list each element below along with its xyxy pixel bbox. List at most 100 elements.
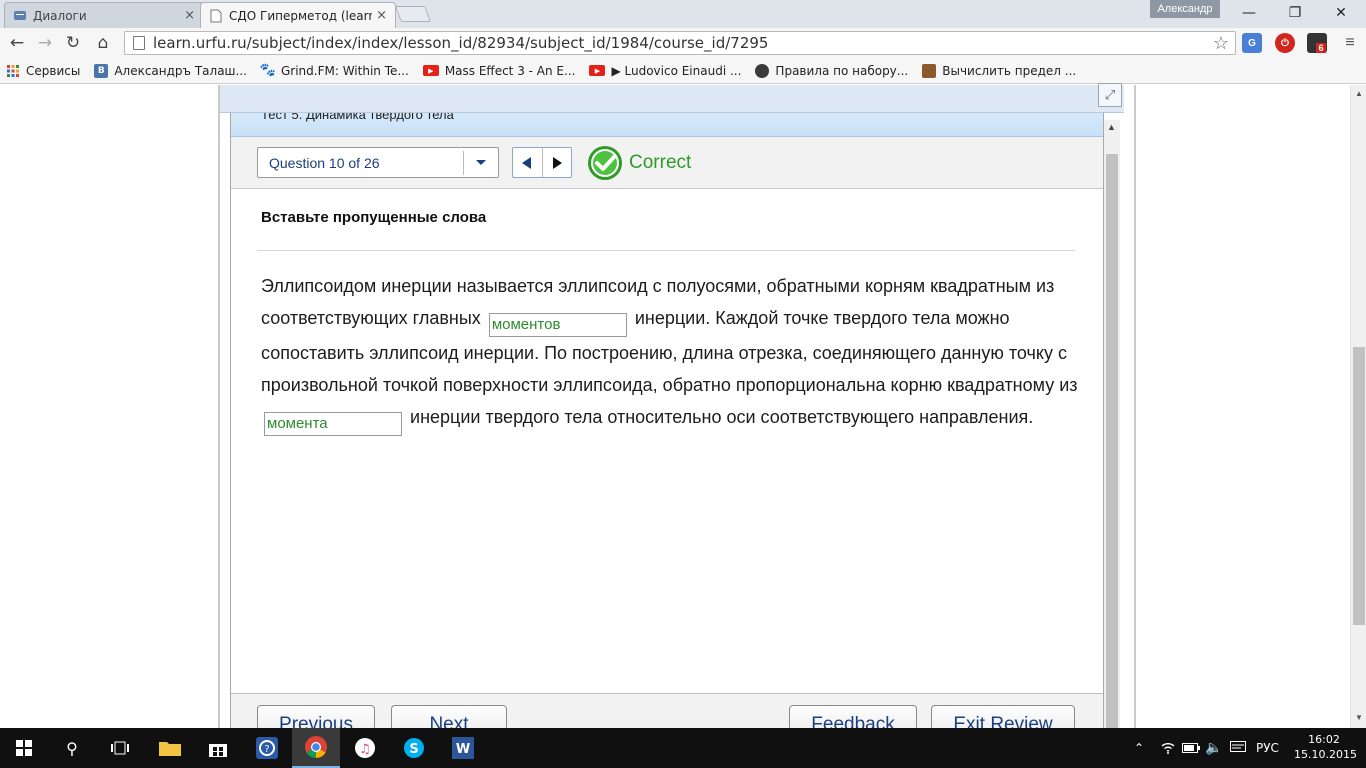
divider	[257, 250, 1075, 251]
itunes-icon[interactable]: ♫	[341, 728, 389, 768]
arrow-left-icon	[522, 156, 532, 169]
search-icon[interactable]: ⚲	[48, 728, 96, 768]
system-clock[interactable]: 16:02 15.10.2015	[1294, 732, 1357, 762]
blank-input-1[interactable]: моментов	[488, 313, 627, 337]
close-window-button[interactable]: ✕	[1318, 0, 1364, 26]
frame-border	[218, 85, 220, 728]
bookmark-vk[interactable]: B Александръ Талаш...	[94, 63, 247, 78]
file-explorer-icon[interactable]	[146, 728, 194, 768]
bookmark-grindfm[interactable]: 🐾 Grind.FM: Within Te...	[259, 63, 409, 78]
quiz-scrollbar[interactable]: ▲	[1104, 120, 1120, 728]
minimize-button[interactable]: —	[1226, 0, 1272, 26]
address-bar[interactable]: learn.urfu.ru/subject/index/index/lesson…	[124, 31, 1236, 55]
bookmark-einaudi[interactable]: ▶ ▶ Ludovico Einaudi ...	[589, 64, 741, 78]
forward-button[interactable]: →	[34, 32, 56, 54]
chrome-icon[interactable]	[292, 728, 340, 768]
question-select-label: Question 10 of 26	[269, 154, 380, 171]
bookmark-label: Grind.FM: Within Te...	[280, 63, 409, 78]
bookmark-label: Сервисы	[26, 63, 81, 78]
viewer-header	[220, 85, 1124, 113]
language-indicator[interactable]: РУС	[1256, 728, 1279, 768]
quiz-header: Question 10 of 26 Correct	[231, 137, 1103, 189]
bookmark-star-icon[interactable]: ☆	[1213, 33, 1229, 54]
tab-title: Диалоги	[33, 8, 87, 23]
word-icon[interactable]: W	[439, 728, 487, 768]
bookmark-limit[interactable]: Вычислить предел ...	[922, 63, 1077, 78]
show-hidden-icons-icon[interactable]: ⌃	[1134, 728, 1144, 768]
close-icon[interactable]: ×	[376, 8, 387, 23]
bookmark-label: Александръ Талаш...	[114, 63, 247, 78]
home-button[interactable]: ⌂	[92, 32, 114, 54]
checkmark-icon	[588, 146, 622, 180]
question-passage: Эллипсоидом инерции называется эллипсоид…	[261, 270, 1081, 436]
profile-badge[interactable]: Александр	[1150, 0, 1220, 18]
previous-question-button[interactable]	[513, 148, 542, 177]
quiz-title-bar: Тест 5. Динамика твердого тела	[231, 113, 1103, 137]
scrollbar-thumb[interactable]	[1353, 347, 1365, 625]
restore-button[interactable]: ❐	[1272, 0, 1318, 26]
apps-grid-icon	[6, 64, 20, 78]
page-scrollbar[interactable]: ▲ ▼	[1350, 85, 1366, 728]
extension-icon[interactable]: 6	[1307, 33, 1327, 53]
browser-titlebar: Диалоги × СДО Гиперметод (learn.u × Алек…	[0, 0, 1366, 28]
youtube-icon: ▶	[589, 65, 606, 76]
figure-icon	[922, 63, 937, 78]
page-icon	[133, 36, 145, 50]
quiz-player: Тест 5. Динамика твердого тела Question …	[230, 113, 1104, 745]
menu-icon[interactable]: ≡	[1340, 33, 1360, 53]
svg-text:♫: ♫	[359, 742, 371, 757]
globe-icon	[755, 63, 770, 78]
question-pager	[512, 147, 572, 178]
quiz-footer: Previous Next Feedback Exit Review	[231, 693, 1103, 745]
help-icon[interactable]: ?	[243, 728, 291, 768]
close-icon[interactable]: ×	[184, 8, 195, 23]
battery-icon[interactable]	[1182, 728, 1200, 768]
translate-extension-icon[interactable]: G	[1242, 33, 1262, 53]
store-icon[interactable]	[194, 728, 242, 768]
next-question-button[interactable]	[541, 148, 572, 177]
scroll-down-arrow-icon[interactable]: ▼	[1354, 713, 1364, 722]
bookmark-apps[interactable]: Сервисы	[6, 64, 80, 78]
wifi-icon[interactable]	[1160, 728, 1176, 768]
chevron-down-icon[interactable]	[464, 159, 498, 167]
svg-text:S: S	[409, 742, 418, 757]
tab-lms[interactable]: СДО Гиперметод (learn.u ×	[200, 2, 396, 28]
notifications-icon[interactable]	[1230, 728, 1246, 768]
scroll-up-arrow-icon[interactable]: ▲	[1107, 122, 1116, 132]
svg-text:W: W	[456, 742, 470, 757]
bookmark-mass-effect[interactable]: ▶ Mass Effect 3 - An E...	[422, 64, 575, 78]
url-text[interactable]: learn.urfu.ru/subject/index/index/lesson…	[153, 34, 1213, 52]
clock-time: 16:02	[1308, 733, 1340, 746]
paw-icon: 🐾	[259, 63, 277, 78]
bookmark-label: Правила по набору...	[775, 63, 909, 78]
extension-badge: 6	[1316, 43, 1326, 53]
bookmark-label: Вычислить предел ...	[942, 63, 1077, 78]
quiz-title: Тест 5. Динамика твердого тела	[261, 113, 454, 122]
skype-icon[interactable]: S	[390, 728, 438, 768]
tab-dialogs[interactable]: Диалоги ×	[4, 2, 204, 28]
arrow-right-icon	[552, 156, 562, 169]
reload-button[interactable]: ↻	[62, 32, 84, 54]
answer-status: Correct	[587, 145, 691, 181]
question-select[interactable]: Question 10 of 26	[257, 147, 499, 178]
back-button[interactable]: ←	[6, 32, 28, 54]
page-icon	[209, 9, 223, 23]
svg-text:?: ?	[264, 744, 269, 755]
taskbar: ⚲ ? ♫ S W ⌃ 🔈 РУС 16:02 15.10.2015	[0, 728, 1366, 768]
tab-title: СДО Гиперметод (learn.u	[229, 8, 373, 23]
scrollbar-thumb[interactable]	[1106, 154, 1118, 728]
volume-icon[interactable]: 🔈	[1205, 728, 1222, 768]
windows-logo-icon	[16, 740, 32, 756]
bookmark-rules[interactable]: Правила по набору...	[755, 63, 909, 78]
start-button[interactable]	[0, 728, 48, 768]
adblock-extension-icon[interactable]: ⏻	[1275, 33, 1295, 53]
bookmark-label: ▶ Ludovico Einaudi ...	[611, 63, 742, 78]
question-prompt: Вставьте пропущенные слова	[261, 209, 487, 226]
task-view-icon[interactable]	[96, 728, 144, 768]
vk-icon: B	[94, 63, 109, 78]
blank-input-2[interactable]: момента	[264, 412, 402, 436]
scroll-up-arrow-icon[interactable]: ▲	[1354, 89, 1364, 98]
passage-text: инерции твердого тела относительно оси с…	[410, 407, 1034, 427]
new-tab-button[interactable]	[395, 6, 431, 22]
fullscreen-icon[interactable]: ⤢	[1098, 83, 1122, 107]
